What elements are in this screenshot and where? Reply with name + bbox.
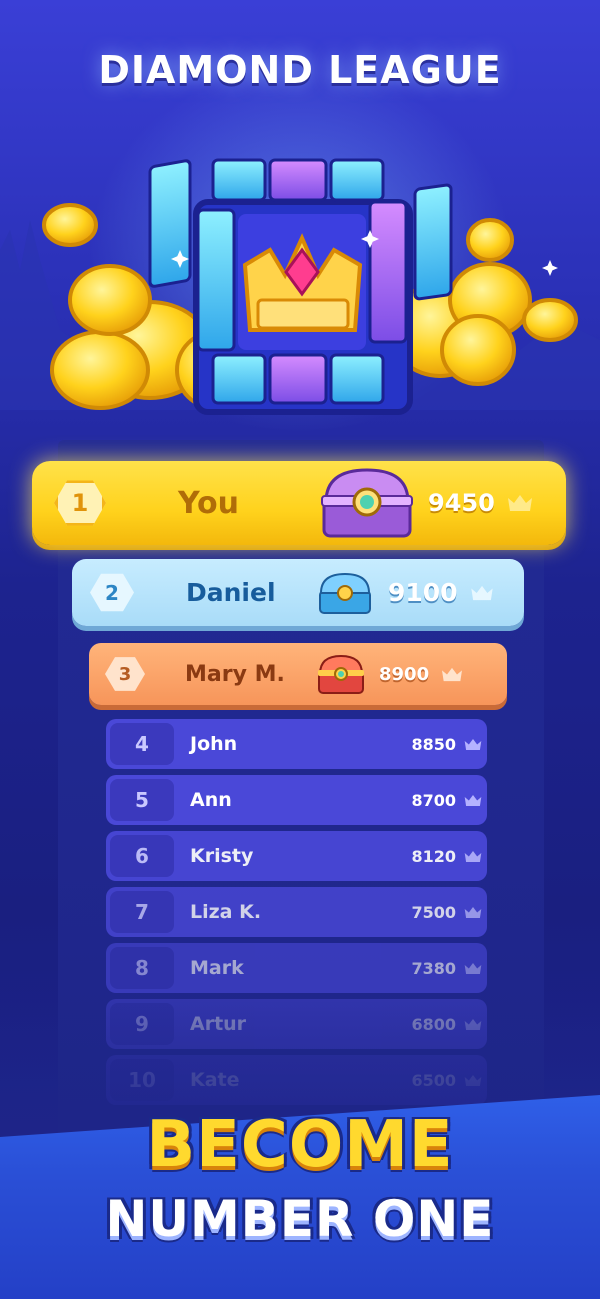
- crown-icon: [464, 906, 482, 918]
- player-name: Mary M.: [185, 661, 285, 687]
- rank-number: 6: [110, 835, 174, 877]
- player-name: John: [190, 733, 238, 755]
- player-name: You: [178, 485, 239, 521]
- rank-badge: 1: [54, 480, 106, 526]
- leaderboard-row[interactable]: 4 John 8850: [106, 719, 487, 769]
- rank-number: 4: [110, 723, 174, 765]
- chest-icon: [319, 572, 371, 614]
- leaderboard-row[interactable]: 6 Kristy 8120: [106, 831, 487, 881]
- player-score: 8900: [379, 663, 430, 685]
- player-score: 9100: [388, 578, 458, 607]
- player-score: 8850: [411, 734, 456, 754]
- player-name: Mark: [190, 957, 244, 979]
- leaderboard-row[interactable]: 8 Mark 7380: [106, 943, 487, 993]
- player-name: Daniel: [186, 578, 276, 607]
- player-score: 9450: [428, 489, 495, 517]
- chest-icon: [321, 468, 413, 538]
- rank-number: 8: [110, 947, 174, 989]
- leaderboard-row-first[interactable]: 1 You 9450: [32, 461, 566, 545]
- promo-headline: BECOME: [146, 1108, 454, 1182]
- player-name: Kristy: [190, 845, 254, 867]
- leaderboard-row-third[interactable]: 3 Mary M. 8900: [89, 643, 507, 705]
- league-title: DIAMOND LEAGUE: [98, 48, 502, 92]
- player-score: 7500: [411, 902, 456, 922]
- rank-number: 5: [110, 779, 174, 821]
- leaderboard-row-second[interactable]: 2 Daniel 9100: [72, 559, 524, 626]
- player-name: Liza K.: [190, 901, 262, 923]
- crown-icon: [470, 585, 493, 600]
- crown-icon: [464, 962, 482, 974]
- crown-icon: [442, 667, 463, 681]
- crown-emblem: [148, 158, 453, 415]
- rank-badge: 3: [105, 657, 145, 691]
- player-score: 8700: [411, 790, 456, 810]
- crown-icon: [464, 794, 482, 806]
- chest-icon: [318, 654, 364, 694]
- rank-badge: 2: [90, 573, 134, 612]
- promo-subheadline: NUMBER ONE: [105, 1190, 495, 1248]
- rank-number: 7: [110, 891, 174, 933]
- player-score: 7380: [411, 958, 456, 978]
- player-score: 8120: [411, 846, 456, 866]
- leaderboard-row[interactable]: 5 Ann 8700: [106, 775, 487, 825]
- leaderboard-row[interactable]: 7 Liza K. 7500: [106, 887, 487, 937]
- diamond-league-emblem: [42, 158, 578, 415]
- crown-icon: [464, 738, 482, 750]
- crown-icon: [464, 850, 482, 862]
- player-name: Ann: [190, 789, 232, 811]
- crown-icon: [507, 495, 532, 511]
